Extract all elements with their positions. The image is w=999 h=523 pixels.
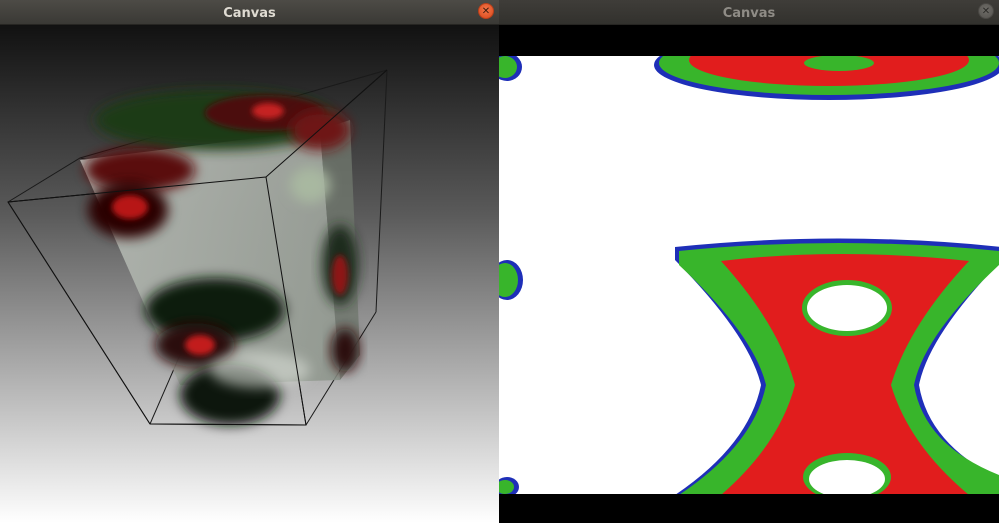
- volume-render-view: [7, 69, 388, 426]
- close-icon[interactable]: ✕: [978, 3, 994, 19]
- volume-render-canvas[interactable]: [0, 25, 499, 523]
- window-title: Canvas: [223, 6, 276, 21]
- close-icon[interactable]: ✕: [478, 3, 494, 19]
- canvas-window-slice: Canvas ✕: [499, 0, 999, 523]
- slice-view: [499, 56, 999, 494]
- canvas-window-3d: Canvas ✕: [0, 0, 499, 523]
- title-bar[interactable]: Canvas ✕: [499, 0, 999, 25]
- title-bar[interactable]: Canvas ✕: [0, 0, 499, 25]
- slice-canvas[interactable]: [499, 25, 999, 523]
- window-title: Canvas: [722, 6, 776, 21]
